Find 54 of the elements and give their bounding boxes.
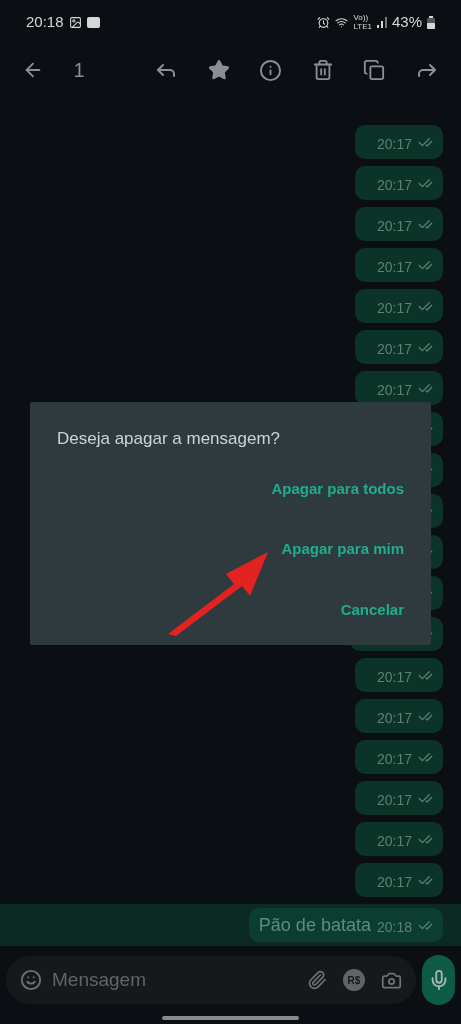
delete-button[interactable] xyxy=(311,59,334,81)
message-bubble[interactable]: 20:17 xyxy=(354,248,443,282)
wifi-icon xyxy=(335,15,349,29)
message-bubble[interactable]: 20:17 xyxy=(354,658,443,692)
battery-percentage: 43% xyxy=(391,11,422,32)
message-bubble[interactable]: 20:17 xyxy=(354,125,443,159)
payment-button[interactable]: R$ xyxy=(343,969,365,991)
selected-message-row[interactable]: Pão de batata 20:18 xyxy=(0,904,461,946)
info-button[interactable] xyxy=(259,58,283,82)
network-label: LTE1 xyxy=(353,22,372,31)
message-time: 20:17 xyxy=(376,831,412,851)
dialog-action[interactable]: Apagar para mim xyxy=(281,538,404,561)
message-bubble[interactable]: 20:17 xyxy=(354,822,443,856)
message-time: 20:17 xyxy=(376,175,412,195)
message-time: 20:17 xyxy=(376,216,412,236)
dialog-title: Deseja apagar a mensagem? xyxy=(57,428,281,450)
message-time: 20:17 xyxy=(376,872,412,892)
message-input[interactable]: Mensagem R$ xyxy=(6,956,416,1004)
message-text: Pão de batata xyxy=(258,913,371,937)
message-bubble[interactable]: 20:17 xyxy=(354,289,443,323)
message-bubble[interactable]: 20:17 xyxy=(354,699,443,733)
message-time: 20:17 xyxy=(376,749,412,769)
image-icon xyxy=(68,15,82,29)
network-label: Vo)) xyxy=(353,13,370,22)
copy-button[interactable] xyxy=(363,59,386,81)
emoji-icon[interactable] xyxy=(20,969,42,991)
message-time: 20:17 xyxy=(376,380,412,400)
message-bubble[interactable]: Pão de batata 20:18 xyxy=(248,908,443,942)
battery-icon xyxy=(427,15,435,29)
message-bubble[interactable]: 20:17 xyxy=(354,330,443,364)
dialog-action[interactable]: Cancelar xyxy=(340,598,404,621)
star-button[interactable] xyxy=(207,59,230,81)
alarm-icon xyxy=(317,15,331,29)
message-bubble[interactable]: 20:17 xyxy=(354,166,443,200)
message-bubble[interactable]: 20:17 xyxy=(354,371,443,405)
message-time: 20:17 xyxy=(376,790,412,810)
message-bubble[interactable]: 20:17 xyxy=(354,863,443,897)
message-time: 20:17 xyxy=(376,298,412,318)
message-time: 20:18 xyxy=(376,917,412,937)
message-time: 20:17 xyxy=(376,257,412,277)
attach-icon[interactable] xyxy=(307,970,327,990)
message-bubble[interactable]: 20:17 xyxy=(354,740,443,774)
selected-count: 1 xyxy=(73,58,85,83)
message-bubble[interactable]: 20:17 xyxy=(354,207,443,241)
microphone-button[interactable] xyxy=(422,955,455,1005)
status-time: 20:18 xyxy=(26,11,64,32)
message-time: 20:17 xyxy=(376,339,412,359)
message-field[interactable]: Mensagem xyxy=(52,965,297,995)
message-time: 20:17 xyxy=(376,667,412,687)
message-time: 20:17 xyxy=(376,134,412,154)
signal-icon xyxy=(376,16,387,28)
dialog-action[interactable]: Apagar para todos xyxy=(271,477,404,500)
message-time: 20:17 xyxy=(376,708,412,728)
message-bubble[interactable]: 20:17 xyxy=(354,781,443,815)
